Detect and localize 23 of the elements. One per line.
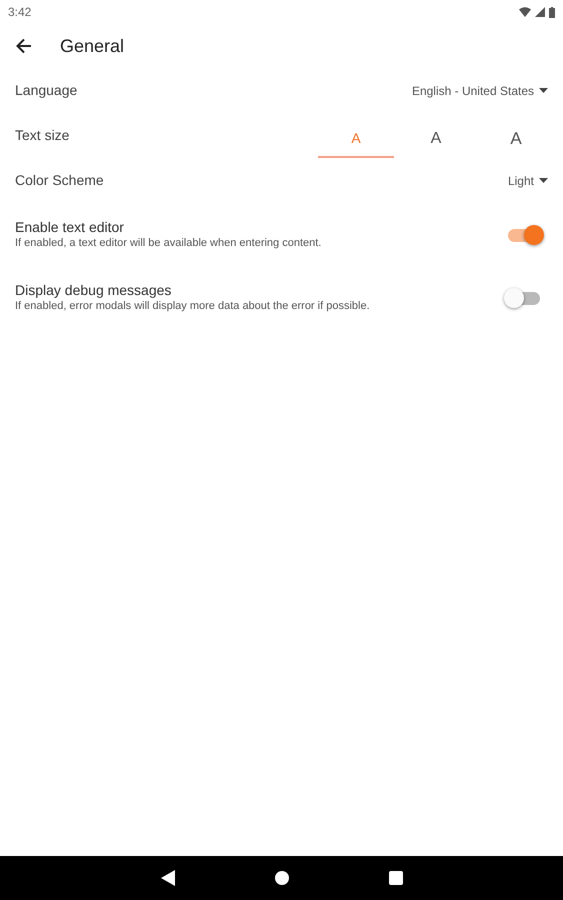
recents-icon[interactable]	[388, 871, 402, 885]
setting-label: Enable text editor	[15, 218, 125, 236]
toggle-switch[interactable]	[506, 286, 542, 310]
setting-label: Display debug messages	[15, 282, 172, 299]
status-time: 3:42	[8, 4, 32, 21]
screen-title: General	[60, 34, 124, 58]
back-icon[interactable]	[160, 870, 174, 886]
battery-icon	[549, 6, 555, 18]
dropdown[interactable]: Light	[508, 172, 548, 190]
setting-description: If enabled, error modals will display more data about the error if possible.	[15, 298, 370, 314]
caret-icon	[539, 88, 548, 93]
setting-label: Language	[15, 81, 78, 100]
text-size-option[interactable]: A	[478, 114, 554, 158]
setting-label: Text size	[15, 126, 70, 145]
home-icon[interactable]	[274, 871, 288, 885]
caret-icon	[539, 178, 548, 183]
text-size-option[interactable]: A	[398, 114, 474, 158]
setting-description: If enabled, a text editor will be available when entering content.	[15, 236, 322, 250]
dropdown[interactable]: English - United States	[412, 82, 548, 100]
wifi-icon	[519, 7, 531, 17]
toggle-switch[interactable]	[506, 222, 542, 246]
setting-label: Color Scheme	[15, 171, 104, 190]
signal-icon	[535, 7, 545, 17]
